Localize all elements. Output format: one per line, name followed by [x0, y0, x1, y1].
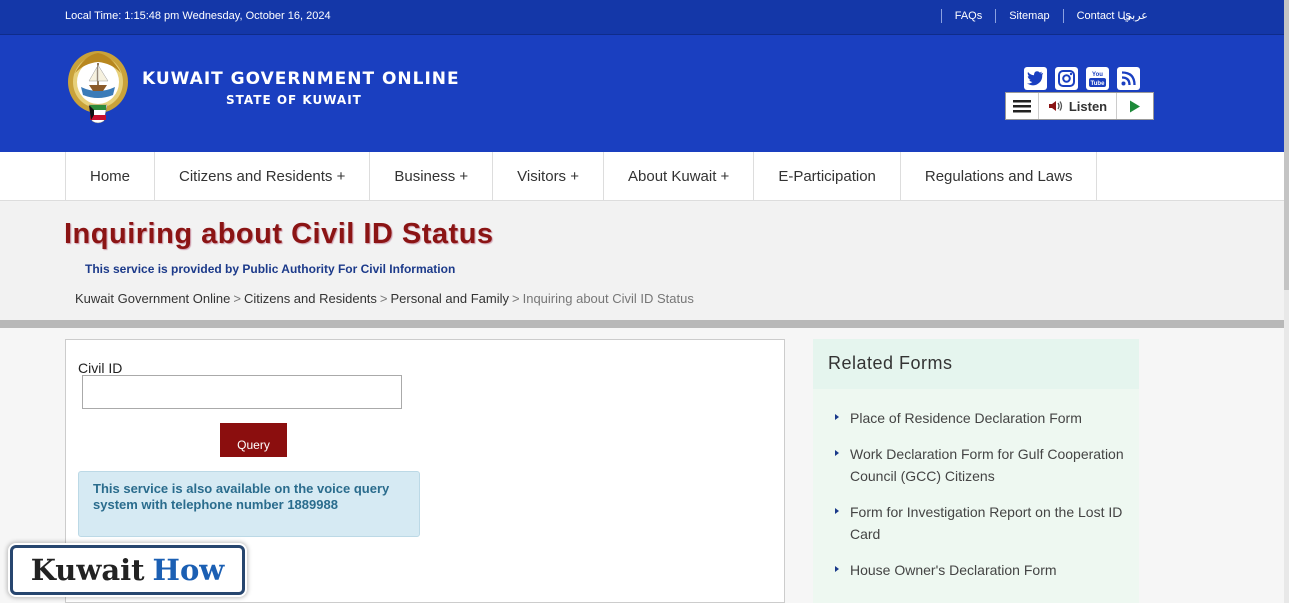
kuwait-how-watermark: Kuwait How [10, 545, 245, 595]
twitter-icon[interactable] [1024, 67, 1047, 90]
site-header: KUWAIT GOVERNMENT ONLINE STATE OF KUWAIT… [0, 35, 1284, 152]
breadcrumb-separator: > [512, 291, 520, 306]
speaker-icon [1048, 101, 1062, 111]
breadcrumb-current: Inquiring about Civil ID Status [522, 291, 694, 306]
top-bar: Local Time: 1:15:48 pm Wednesday, Octobe… [0, 0, 1284, 35]
service-provider-note: This service is provided by Public Autho… [85, 262, 456, 276]
divider [0, 320, 1284, 328]
listen-widget: Listen [1005, 92, 1154, 120]
svg-text:You: You [1092, 72, 1103, 78]
nav-e-participation[interactable]: E-Participation [754, 152, 901, 201]
watermark-word-1: Kuwait [30, 553, 145, 587]
query-button[interactable]: Query [220, 423, 287, 457]
page-title: Inquiring about Civil ID Status [64, 218, 494, 250]
nav-business[interactable]: Business + [370, 152, 494, 201]
svg-text:Tube: Tube [1091, 81, 1106, 87]
local-time: Local Time: 1:15:48 pm Wednesday, Octobe… [65, 10, 331, 22]
nav-home[interactable]: Home [66, 152, 156, 201]
page-header: Inquiring about Civil ID Status This ser… [0, 202, 1284, 320]
listen-menu-icon[interactable] [1006, 93, 1038, 119]
related-form-link[interactable]: Place of Residence Declaration Form [835, 407, 1127, 429]
play-icon[interactable] [1117, 93, 1153, 119]
faqs-link[interactable]: FAQs [940, 9, 996, 23]
voice-query-info: This service is also available on the vo… [78, 471, 420, 537]
breadcrumb: Kuwait Government Online > Citizens and Re… [75, 291, 694, 306]
youtube-icon[interactable]: You Tube [1086, 67, 1109, 90]
breadcrumb-personal-and-family[interactable]: Personal and Family [391, 291, 510, 306]
nav-citizens-and-residents[interactable]: Citizens and Residents + [155, 152, 371, 201]
main-nav: Home Citizens and Residents + Business +… [0, 152, 1284, 201]
related-forms-panel: Related Forms Place of Residence Declara… [813, 339, 1139, 603]
breadcrumb-separator: > [379, 291, 388, 306]
site-title[interactable]: KUWAIT GOVERNMENT ONLINE [142, 69, 460, 89]
nav-visitors[interactable]: Visitors + [493, 152, 604, 201]
breadcrumb-citizens-and-residents[interactable]: Citizens and Residents [244, 291, 377, 306]
scrollbar-thumb[interactable] [1284, 0, 1289, 290]
arabic-language-link[interactable]: عربي [1123, 9, 1148, 22]
related-form-link[interactable]: Work Declaration Form for Gulf Cooperati… [835, 443, 1127, 487]
nav-regulations-and-laws[interactable]: Regulations and Laws [901, 152, 1098, 201]
kuwait-emblem-icon[interactable] [67, 49, 130, 125]
related-forms-heading: Related Forms [813, 339, 1139, 389]
breadcrumb-home[interactable]: Kuwait Government Online [75, 291, 230, 306]
sitemap-link[interactable]: Sitemap [995, 9, 1062, 23]
listen-label: Listen [1068, 98, 1108, 114]
site-subtitle: STATE OF KUWAIT [226, 93, 362, 107]
instagram-icon[interactable] [1055, 67, 1078, 90]
related-form-link[interactable]: House Owner's Declaration Form [835, 559, 1127, 581]
nav-about-kuwait[interactable]: About Kuwait + [604, 152, 755, 201]
social-links: You Tube [1024, 67, 1140, 90]
page-scrollbar[interactable] [1284, 0, 1289, 603]
watermark-word-2: How [152, 553, 225, 587]
rss-icon[interactable] [1117, 67, 1140, 90]
civil-id-input[interactable] [82, 375, 402, 409]
breadcrumb-separator: > [233, 291, 241, 306]
top-links: FAQs Sitemap Contact Us [940, 9, 1144, 23]
civil-id-label: Civil ID [78, 360, 123, 376]
related-form-link[interactable]: Form for Investigation Report on the Los… [835, 501, 1127, 545]
listen-button[interactable]: Listen [1038, 93, 1117, 119]
